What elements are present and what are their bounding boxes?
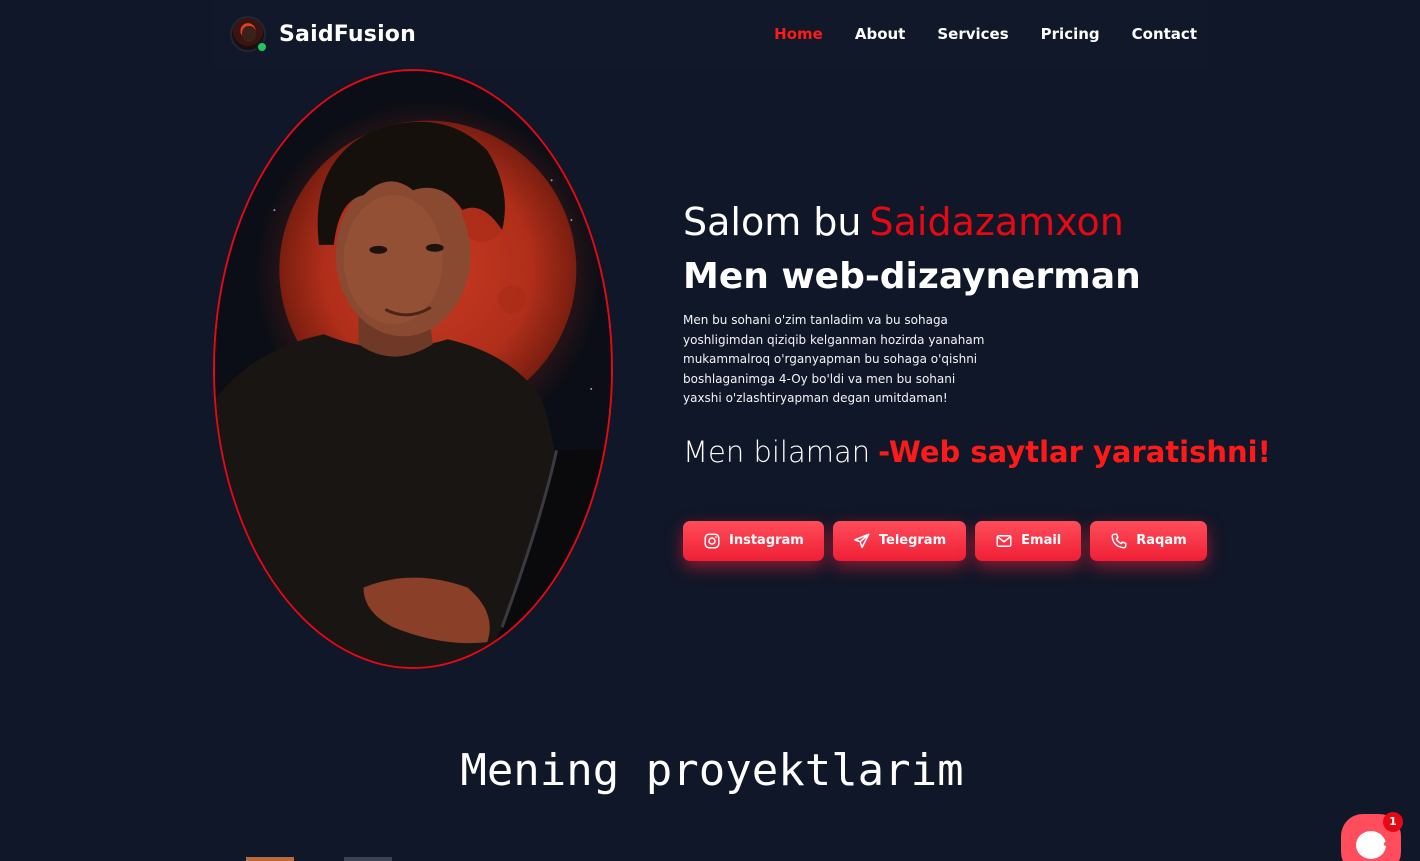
nav-contact[interactable]: Contact xyxy=(1132,25,1197,43)
main-nav: Home About Services Pricing Contact xyxy=(742,25,1197,43)
avatar-face xyxy=(242,26,256,42)
project-card-peek[interactable] xyxy=(246,857,294,861)
instagram-label: Instagram xyxy=(729,533,804,548)
skills-prefix: Men bilaman xyxy=(683,434,871,469)
hero-section: Salom bu Saidazamxon Men web-dizaynerman … xyxy=(683,196,1271,561)
projects-title: Mening proyektlarim xyxy=(460,745,964,796)
phone-icon xyxy=(1111,533,1127,548)
online-status-dot xyxy=(256,41,268,53)
email-label: Email xyxy=(1021,533,1062,548)
greeting-text: Salom bu xyxy=(683,200,862,244)
phone-label: Raqam xyxy=(1136,533,1187,548)
hero-bio: Men bu sohani o'zim tanladim va bu sohag… xyxy=(683,313,985,405)
nav-about[interactable]: About xyxy=(855,25,906,43)
hero-portrait xyxy=(213,69,613,669)
telegram-button[interactable]: Telegram xyxy=(832,520,967,561)
portrait-illustration xyxy=(215,71,611,667)
nav-home[interactable]: Home xyxy=(774,25,823,43)
chat-bubble-icon xyxy=(1356,831,1388,859)
chat-dot xyxy=(1384,842,1388,846)
nav-services[interactable]: Services xyxy=(937,25,1008,43)
telegram-icon xyxy=(853,533,870,548)
instagram-button[interactable]: Instagram xyxy=(683,520,824,561)
brand-avatar xyxy=(230,16,268,53)
hero-name: Saidazamxon xyxy=(869,200,1124,244)
chat-dot xyxy=(1384,835,1388,839)
chat-notification-badge: 1 xyxy=(1383,812,1403,832)
brand[interactable]: SaidFusion xyxy=(230,16,416,53)
hero-role: Men web-dizaynerman xyxy=(683,256,1141,297)
social-links: Instagram Telegram Email Raqam xyxy=(683,520,1223,561)
project-card-peek[interactable] xyxy=(344,857,392,861)
skills-typed-text: -Web saytlar yaratishni! xyxy=(878,434,1271,469)
instagram-icon xyxy=(704,533,720,548)
hero-skills: Men bilaman -Web saytlar yaratishni! xyxy=(683,434,1271,469)
phone-button[interactable]: Raqam xyxy=(1090,520,1207,561)
email-button[interactable]: Email xyxy=(975,520,1082,561)
email-icon xyxy=(996,534,1012,547)
telegram-label: Telegram xyxy=(878,533,947,548)
site-header: SaidFusion Home About Services Pricing C… xyxy=(213,0,1207,68)
hero-greeting: Salom bu Saidazamxon xyxy=(683,196,1223,248)
brand-name: SaidFusion xyxy=(279,21,416,47)
nav-pricing[interactable]: Pricing xyxy=(1041,25,1100,43)
